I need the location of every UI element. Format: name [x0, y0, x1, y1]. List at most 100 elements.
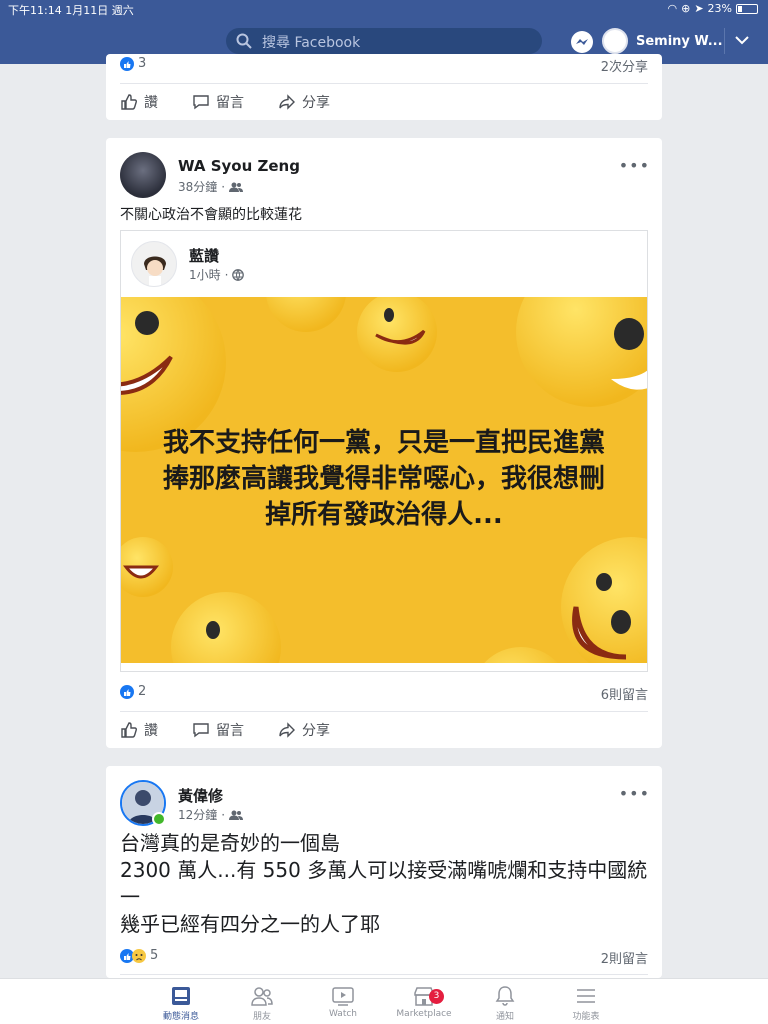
- share-button[interactable]: 分享: [278, 720, 330, 740]
- cartoon-avatar-icon: [144, 256, 166, 286]
- like-reaction-icon: [120, 684, 134, 699]
- post-author[interactable]: WA Syou Zeng: [178, 157, 300, 175]
- nav-label: 朋友: [252, 1012, 271, 1022]
- nav-label: 功能表: [572, 1012, 600, 1022]
- post-text-line: 2300 萬人...有 550 多萬人可以接受滿嘴唬爛和支持中國統一: [120, 858, 648, 909]
- post-text: 台灣真的是奇妙的一個島 2300 萬人...有 550 多萬人可以接受滿嘴唬爛和…: [120, 830, 650, 938]
- post-card: 黃偉修 12分鐘 · ••• 台灣真的是奇妙的一個島 2300 萬人...有 5…: [106, 766, 662, 978]
- friends-privacy-icon: [229, 810, 244, 820]
- post-time[interactable]: 38分鐘: [178, 178, 217, 195]
- image-caption-text: 我不支持任何一黨，只是一直把民進黨捧那麼高讓我覺得非常噁心，我很想刪掉所有發政治…: [162, 428, 605, 530]
- profile-shortcut[interactable]: Seminy W...: [602, 28, 723, 54]
- post-text-line: 幾乎已經有四分之一的人了耶: [120, 912, 380, 936]
- reaction-count: 2: [138, 684, 147, 699]
- like-button[interactable]: 讚: [120, 92, 158, 112]
- comment-button[interactable]: 留言: [192, 720, 244, 740]
- sad-reaction-icon: [132, 948, 146, 963]
- author-avatar[interactable]: [120, 152, 166, 198]
- divider: [724, 28, 725, 54]
- wifi-icon: ◠: [667, 2, 678, 15]
- menu-icon: [577, 989, 595, 1003]
- friends-privacy-icon: [229, 182, 244, 192]
- shared-post-meta: 1小時 ·: [189, 266, 245, 283]
- status-time: 下午11:14: [8, 4, 62, 17]
- comment-count[interactable]: 6則留言: [601, 684, 648, 703]
- shared-post[interactable]: 藍讚 1小時 · 我不支持任何一黨，只是一直把民進黨捧那麼高讓我覺得非常噁心，我…: [120, 230, 648, 672]
- nav-watch[interactable]: Watch: [308, 985, 378, 1019]
- battery-icon: [736, 3, 758, 14]
- separator-dot: ·: [224, 267, 229, 282]
- action-bar: 讚 留言 分享: [106, 712, 662, 748]
- status-date: 1月11日 週六: [65, 4, 134, 17]
- like-label: 讚: [144, 95, 158, 111]
- globe-icon: [232, 268, 245, 281]
- bottom-navigation: 動態消息 朋友 Watch Marketplace 3 通知 功能表: [0, 978, 768, 1024]
- friends-icon: [251, 987, 273, 1006]
- reaction-count: 3: [138, 56, 147, 71]
- reaction-count: 5: [150, 948, 159, 963]
- reaction-summary[interactable]: 3: [120, 56, 146, 71]
- rotation-lock-icon: ⊕: [681, 2, 691, 15]
- share-icon: [279, 94, 295, 110]
- share-label: 分享: [302, 95, 330, 111]
- battery-percent: 23%: [707, 2, 732, 15]
- post-text: 不關心政治不會顯的比較蓮花: [120, 207, 302, 223]
- location-icon: ➤: [694, 2, 704, 15]
- comment-count[interactable]: 2則留言: [601, 948, 648, 967]
- nav-friends[interactable]: 朋友: [227, 985, 297, 1022]
- comment-icon: [193, 95, 209, 110]
- post-meta: 38分鐘 ·: [178, 178, 244, 195]
- nav-notifications[interactable]: 通知: [470, 985, 540, 1022]
- reaction-summary[interactable]: 2: [120, 684, 146, 699]
- post-author[interactable]: 黃偉修: [178, 785, 223, 806]
- notification-badge: 3: [429, 989, 444, 1004]
- share-count[interactable]: 2次分享: [601, 56, 648, 75]
- action-bar: 讚 留言 分享: [106, 84, 662, 120]
- like-reaction-icon: [120, 56, 134, 71]
- more-options-icon[interactable]: •••: [619, 784, 650, 803]
- post-time[interactable]: 12分鐘: [178, 806, 217, 823]
- shared-author-avatar[interactable]: [131, 241, 177, 287]
- news-feed-icon: [172, 987, 190, 1005]
- status-right: ◠ ⊕ ➤ 23%: [667, 2, 758, 15]
- comment-label: 留言: [216, 95, 244, 111]
- share-label: 分享: [302, 723, 330, 739]
- comment-label: 留言: [216, 723, 244, 739]
- online-status-dot: [152, 812, 166, 826]
- chevron-down-icon[interactable]: [734, 32, 750, 48]
- shared-post-author[interactable]: 藍讚: [189, 245, 219, 266]
- more-options-icon[interactable]: •••: [619, 156, 650, 175]
- reaction-summary[interactable]: 5: [120, 948, 158, 963]
- share-icon: [279, 722, 295, 738]
- previous-post-card: 3 2次分享 讚 留言 分享: [106, 54, 662, 120]
- nav-label: 通知: [495, 1012, 514, 1022]
- search-bar[interactable]: 搜尋 Facebook: [226, 28, 542, 54]
- watch-icon: [332, 987, 354, 1006]
- bell-icon: [495, 986, 515, 1006]
- nav-menu[interactable]: 功能表: [551, 985, 621, 1022]
- nav-news-feed[interactable]: 動態消息: [146, 985, 216, 1022]
- separator-dot: ·: [221, 807, 226, 822]
- avatar: [602, 28, 628, 54]
- nav-label: Marketplace: [396, 1009, 452, 1019]
- post-text-line: 台灣真的是奇妙的一個島: [120, 831, 340, 855]
- nav-label: Watch: [328, 1009, 358, 1019]
- shared-post-time[interactable]: 1小時: [189, 266, 221, 283]
- like-label: 讚: [144, 723, 158, 739]
- status-time-date: 下午11:14 1月11日 週六: [8, 2, 134, 18]
- shared-image[interactable]: 我不支持任何一黨，只是一直把民進黨捧那麼高讓我覺得非常噁心，我很想刪掉所有發政治…: [121, 297, 647, 663]
- post-card: WA Syou Zeng 38分鐘 · ••• 不關心政治不會顯的比較蓮花 藍讚…: [106, 138, 662, 748]
- status-bar: 下午11:14 1月11日 週六 ◠ ⊕ ➤ 23%: [0, 0, 768, 18]
- nav-label: 動態消息: [162, 1012, 199, 1022]
- divider: [120, 974, 648, 975]
- search-placeholder: 搜尋 Facebook: [262, 35, 361, 51]
- like-button[interactable]: 讚: [120, 720, 158, 740]
- comment-button[interactable]: 留言: [192, 92, 244, 112]
- nav-marketplace[interactable]: Marketplace 3: [389, 985, 459, 1019]
- thumbs-up-icon: [121, 94, 137, 110]
- thumbs-up-icon: [121, 722, 137, 738]
- comment-icon: [193, 723, 209, 738]
- messenger-icon[interactable]: [570, 30, 594, 54]
- share-button[interactable]: 分享: [278, 92, 330, 112]
- search-icon: [236, 33, 252, 49]
